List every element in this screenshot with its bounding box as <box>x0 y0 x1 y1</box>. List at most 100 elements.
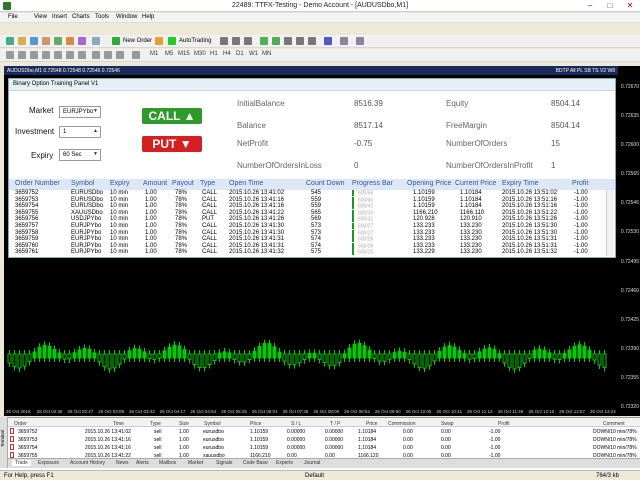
menu-charts[interactable]: Charts <box>72 14 90 20</box>
shapes-icon[interactable] <box>132 51 140 59</box>
menu-file[interactable]: File <box>8 14 18 20</box>
order-row[interactable]: 3659758 EURJPYbo 10 min 1.00 78% CALL 2015.10.… <box>9 229 605 237</box>
close-button[interactable]: ✕ <box>620 0 640 11</box>
tab-mailbox[interactable]: Mailbox <box>159 460 176 466</box>
autotrading-button[interactable]: AutoTrading <box>179 37 211 46</box>
market-select[interactable]: EURJPYbo ▼ <box>59 106 101 118</box>
order-row[interactable]: 3659760 EURJPYbo 10 min 1.00 78% CALL 2015.10.… <box>9 242 605 250</box>
new-order-icon[interactable] <box>112 37 120 45</box>
order-cell: 120.910 <box>460 216 482 223</box>
timeframe-m1[interactable]: M1 <box>150 51 158 57</box>
navigator-icon[interactable] <box>54 37 62 45</box>
candle-body <box>242 353 247 363</box>
candle-body <box>352 343 357 359</box>
data-window-icon[interactable] <box>42 37 50 45</box>
templates-icon[interactable] <box>356 37 364 45</box>
tester-icon[interactable] <box>78 37 86 45</box>
orders-scrollbar[interactable] <box>606 190 614 256</box>
cursor-icon[interactable] <box>6 51 14 59</box>
autoscroll-icon[interactable] <box>296 37 304 45</box>
order-row[interactable]: 3659756 USDJPYbo 10 min 1.00 78% PUT 2015.10.2… <box>9 216 605 223</box>
tab-account-history[interactable]: Account History <box>70 460 105 466</box>
chart-shift-icon[interactable] <box>308 37 316 45</box>
autotrading-icon[interactable] <box>168 37 176 45</box>
order-cell: 1.00 <box>145 203 157 210</box>
investment-input[interactable]: 1 ▲ <box>59 126 101 138</box>
profiles-icon[interactable] <box>18 37 26 45</box>
order-row[interactable]: 3659754 EURUSDbo 10 min 1.00 78% CALL 2015.10.… <box>9 203 605 210</box>
terminal-icon[interactable] <box>66 37 74 45</box>
menu-tools[interactable]: Tools <box>95 14 109 20</box>
vertical-line-icon[interactable] <box>30 51 38 59</box>
candle-body <box>67 353 72 360</box>
call-button[interactable]: CALL ▲ <box>142 108 202 124</box>
arrows-icon[interactable] <box>92 37 100 45</box>
channel-icon[interactable] <box>66 51 74 59</box>
horizontal-line-icon[interactable] <box>42 51 50 59</box>
tab-market[interactable]: Market <box>188 460 203 466</box>
order-row[interactable]: 3659759 EURJPYbo 10 min 1.00 78% CALL 2015.10.… <box>9 236 605 243</box>
candlestick-icon[interactable] <box>232 37 240 45</box>
candle-body <box>577 344 582 359</box>
order-cell: -1.00 <box>574 242 588 249</box>
timeframe-m30[interactable]: M30 <box>194 51 206 57</box>
timeframe-m15[interactable]: M15 <box>178 51 190 57</box>
order-cell: 573 <box>311 229 322 236</box>
timeframe-h1[interactable]: H1 <box>210 51 218 57</box>
order-cell: 133.233 <box>413 236 435 243</box>
tab-exposure[interactable]: Exposure <box>38 460 59 466</box>
menu-insert[interactable]: Insert <box>52 14 67 20</box>
timeframe-h4[interactable]: H4 <box>223 51 231 57</box>
minimize-button[interactable]: – <box>580 0 600 11</box>
order-row[interactable]: 3659752 EURUSDbo 10 min 1.00 78% CALL 2015.10.… <box>9 190 605 197</box>
periods-icon[interactable] <box>340 37 348 45</box>
order-cell: 133.230 <box>460 242 482 249</box>
candle-body <box>177 345 182 359</box>
order-row[interactable]: 3659757 EURJPYbo 10 min 1.00 78% CALL 2015.10.… <box>9 223 605 230</box>
bar-chart-icon[interactable] <box>220 37 228 45</box>
terminal-side-tab[interactable]: Terminal <box>0 417 8 468</box>
order-row[interactable]: 3659755 XAUUSDbo 10 min 1.00 78% CALL 2015.10.… <box>9 209 605 217</box>
expiry-select[interactable]: 60 Sec ▼ <box>59 149 101 161</box>
menu-view[interactable]: View <box>34 14 47 20</box>
indicators-icon[interactable] <box>324 37 332 45</box>
timeframe-mn[interactable]: MN <box>262 51 271 57</box>
tab-journal[interactable]: Journal <box>304 460 320 466</box>
chart-symbol-info: AUDUSDbo,M1 0.72548 0.72548 0.72546 0.72… <box>7 68 120 74</box>
tab-alerts[interactable]: Alerts <box>136 460 149 466</box>
tab-code-base[interactable]: Code Base <box>243 460 268 466</box>
maximize-button[interactable]: □ <box>600 0 620 11</box>
tile-windows-icon[interactable] <box>284 37 292 45</box>
new-order-button[interactable]: New Order <box>123 37 152 46</box>
order-row[interactable]: 3659753 EURUSDbo 10 min 1.00 78% CALL 2015.10.… <box>9 196 605 204</box>
menu-help[interactable]: Help <box>142 14 154 20</box>
metaeditor-icon[interactable] <box>155 37 163 45</box>
tab-experts[interactable]: Experts <box>276 460 293 466</box>
trendline-icon[interactable] <box>54 51 62 59</box>
text-tool-icon[interactable] <box>92 51 100 59</box>
candle-body <box>257 346 262 359</box>
timeframe-w1[interactable]: W1 <box>249 51 258 57</box>
price-label: 0.72390 <box>620 345 639 352</box>
arrow-tool-icon[interactable] <box>116 51 124 59</box>
market-watch-icon[interactable] <box>30 37 38 45</box>
tab-news[interactable]: News <box>116 460 129 466</box>
crosshair-icon[interactable] <box>18 51 26 59</box>
menu-window[interactable]: Window <box>116 14 137 20</box>
line-chart-icon[interactable] <box>244 37 252 45</box>
menu-bar: File View Insert Charts Tools Window Hel… <box>0 13 640 23</box>
new-chart-icon[interactable] <box>6 37 14 45</box>
tab-signals[interactable]: Signals <box>216 460 232 466</box>
timeframe-d1[interactable]: D1 <box>236 51 244 57</box>
fibonacci-icon[interactable] <box>78 51 86 59</box>
put-button[interactable]: PUT ▼ <box>142 136 202 152</box>
candle-body <box>312 352 317 359</box>
label-tool-icon[interactable] <box>104 51 112 59</box>
zoom-out-icon[interactable] <box>272 37 280 45</box>
timeframe-m5[interactable]: M5 <box>165 51 173 57</box>
zoom-in-icon[interactable] <box>260 37 268 45</box>
progress-bar: 600/31 <box>352 216 373 223</box>
tab-trade[interactable]: Trade <box>12 460 31 466</box>
order-cell: 10 min <box>110 223 129 229</box>
order-row[interactable]: 3659761 EURJPYbo 10 min 1.00 78% CALL 2015.10.… <box>9 249 605 256</box>
